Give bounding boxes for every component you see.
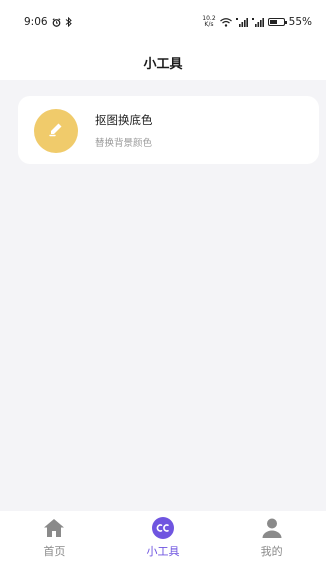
battery-icon <box>267 18 287 26</box>
user-icon <box>260 516 284 540</box>
tool-card-cutout[interactable]: 抠图换底色 替换背景颜色 <box>18 96 319 164</box>
app-screen: 9:06 10.2 K/s 55% 小工具 抠图换底色 替换背景颜色 首页 小工… <box>0 0 326 578</box>
tool-text: 抠图换底色 替换背景颜色 <box>95 112 153 149</box>
tab-mine-label: 我的 <box>260 545 283 558</box>
tab-home-label: 首页 <box>43 545 66 558</box>
tool-subtitle: 替换背景颜色 <box>95 138 153 149</box>
tab-tools[interactable]: 小工具 <box>123 511 203 578</box>
tab-bar: 首页 小工具 我的 <box>0 511 326 578</box>
tool-icon-circle <box>34 109 78 153</box>
status-bar: 9:06 10.2 K/s 55% <box>0 0 326 44</box>
status-left: 9:06 <box>24 16 72 28</box>
signal-icon-1 <box>235 17 248 27</box>
home-icon <box>42 516 66 540</box>
pencil-icon <box>47 120 65 142</box>
wifi-icon <box>219 17 232 27</box>
cc-icon <box>151 516 175 540</box>
signal-icon-2 <box>251 17 264 27</box>
alarm-icon <box>52 17 61 27</box>
tool-title: 抠图换底色 <box>95 113 153 127</box>
network-speed-unit: K/s <box>204 21 214 28</box>
network-speed: 10.2 K/s <box>202 16 215 28</box>
status-right: 10.2 K/s 55% <box>202 16 312 29</box>
battery-level <box>269 20 277 24</box>
nav-bar: 小工具 <box>0 44 326 80</box>
tab-tools-label: 小工具 <box>146 545 180 558</box>
tab-home[interactable]: 首页 <box>14 511 94 578</box>
tab-mine[interactable]: 我的 <box>232 511 312 578</box>
bluetooth-icon <box>65 17 72 27</box>
battery-percent: 55% <box>288 16 312 28</box>
page-title: 小工具 <box>143 56 183 72</box>
status-time: 9:06 <box>24 16 48 28</box>
